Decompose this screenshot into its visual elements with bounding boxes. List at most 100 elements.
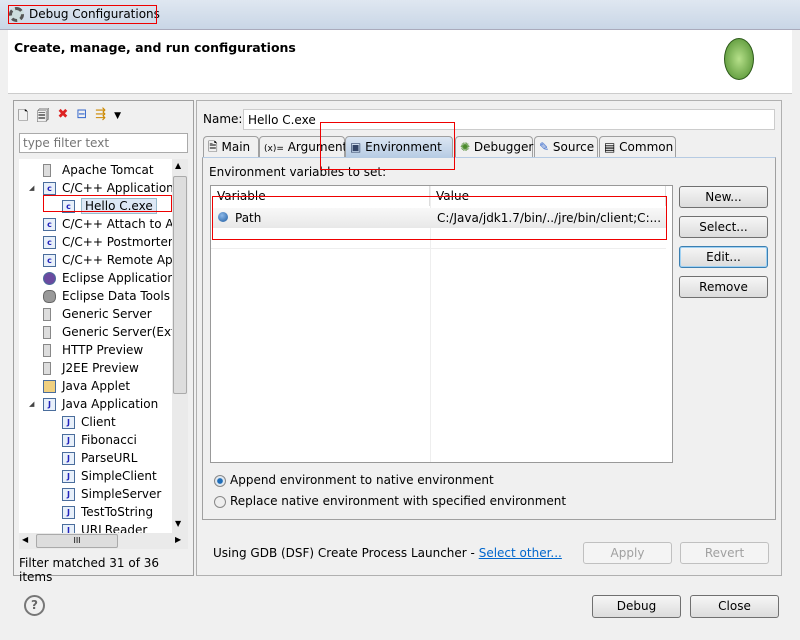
- toolbar: 🗋 🗐 ✖ ⊟ ⇶ ▼: [18, 107, 121, 125]
- tree-item[interactable]: c Hello C.exe: [62, 197, 157, 215]
- select-other-link[interactable]: Select other...: [479, 546, 562, 560]
- c-app-icon: c: [43, 182, 56, 195]
- tree-item[interactable]: c C/C++ Remote Appl: [43, 251, 184, 269]
- vertical-scrollbar[interactable]: ▲ ▼: [172, 159, 188, 533]
- apply-button[interactable]: Apply: [583, 542, 672, 564]
- tree-item[interactable]: Generic Server(Extern: [43, 323, 188, 341]
- eclipse-debug-icon: [9, 7, 24, 22]
- arguments-icon: (x)=: [264, 144, 284, 154]
- variable-icon: [218, 212, 228, 222]
- hscroll-thumb[interactable]: III: [36, 534, 118, 548]
- tree-item-label: Generic Server: [62, 307, 152, 321]
- tree-item[interactable]: c C/C++ Attach to App: [43, 215, 188, 233]
- chevron-down-icon[interactable]: ▼: [114, 107, 121, 125]
- tree-item[interactable]: J ParseURL: [62, 449, 137, 467]
- java-app-icon: J: [62, 506, 75, 519]
- java-app-icon: J: [62, 452, 75, 465]
- tree-item-label: C/C++ Application: [62, 181, 174, 195]
- tree-item[interactable]: J Fibonacci: [62, 431, 137, 449]
- configuration-list-panel: 🗋 🗐 ✖ ⊟ ⇶ ▼ Apache Tomcat ◢ c C/C++ Applica…: [13, 100, 194, 584]
- server-icon: [43, 164, 51, 177]
- launcher-info: Using GDB (DSF) Create Process Launcher …: [213, 546, 562, 560]
- java-app-icon: J: [43, 398, 56, 411]
- tree-item-label: TestToString: [81, 505, 154, 519]
- tab-arguments[interactable]: (x)= Arguments: [259, 136, 354, 158]
- tree-item[interactable]: HTTP Preview: [43, 341, 143, 359]
- revert-button[interactable]: Revert: [680, 542, 769, 564]
- radio-button[interactable]: [214, 474, 226, 487]
- eclipse-icon: [43, 272, 56, 285]
- tree-item[interactable]: c C/C++ Postmortem: [43, 233, 180, 251]
- tree-item[interactable]: Java Applet: [43, 377, 130, 395]
- tree-item-label: Hello C.exe: [81, 198, 157, 214]
- c-app-icon: c: [43, 254, 56, 267]
- source-icon: ✎: [539, 140, 550, 154]
- c-config-icon: c: [62, 200, 75, 213]
- java-app-icon: J: [62, 434, 75, 447]
- tree-item-label: Eclipse Application: [62, 271, 175, 285]
- java-app-icon: J: [62, 524, 75, 533]
- select-button[interactable]: Select...: [679, 216, 768, 238]
- delete-icon[interactable]: ✖: [57, 107, 68, 125]
- radio-button[interactable]: [214, 495, 226, 508]
- tab-environment[interactable]: ▣ Environment: [345, 136, 453, 158]
- scroll-up-arrow[interactable]: ▲: [175, 161, 181, 170]
- tree-item[interactable]: J TestToString: [62, 503, 153, 521]
- tree-item[interactable]: J URLReader: [62, 521, 147, 533]
- new-button[interactable]: New...: [679, 186, 768, 208]
- environment-icon: ▣: [350, 140, 362, 154]
- window-title: Debug Configurations: [29, 7, 160, 21]
- collapse-all-icon[interactable]: ⊟: [76, 107, 87, 125]
- name-field[interactable]: [243, 109, 775, 130]
- tree-item[interactable]: Apache Tomcat: [43, 161, 154, 179]
- server-icon: [43, 344, 51, 357]
- bug-icon: [724, 38, 754, 80]
- tree-item[interactable]: Eclipse Data Tools: [43, 287, 170, 305]
- tree-item[interactable]: J Client: [62, 413, 116, 431]
- scroll-right-arrow[interactable]: ▶: [175, 535, 181, 544]
- tab-common[interactable]: ▤ Common: [599, 136, 676, 158]
- radio-replace[interactable]: Replace native environment with specifie…: [214, 494, 566, 508]
- new-config-icon[interactable]: 🗋: [18, 107, 28, 125]
- scroll-left-arrow[interactable]: ◀: [22, 535, 28, 544]
- close-button[interactable]: Close: [690, 595, 779, 618]
- tree-item[interactable]: J SimpleClient: [62, 467, 157, 485]
- variable-value: C:/Java/jdk1.7/bin/../jre/bin/client;C:.…: [437, 211, 662, 225]
- column-header-variable[interactable]: Variable: [211, 186, 430, 206]
- scroll-down-arrow[interactable]: ▼: [175, 519, 181, 528]
- variable-name: Path: [235, 211, 262, 225]
- server-icon: [43, 362, 51, 375]
- c-app-icon: c: [43, 218, 56, 231]
- tab-source[interactable]: ✎ Source: [534, 136, 598, 158]
- expand-arrow-icon[interactable]: ◢: [29, 395, 34, 413]
- remove-button[interactable]: Remove: [679, 276, 768, 298]
- horizontal-scrollbar[interactable]: ◀ III ▶: [19, 533, 188, 549]
- tab-debugger[interactable]: ✺ Debugger: [455, 136, 533, 158]
- radio-append[interactable]: Append environment to native environment: [214, 473, 494, 487]
- table-row[interactable]: Path C:/Java/jdk1.7/bin/../jre/bin/clien…: [212, 208, 666, 228]
- scroll-thumb[interactable]: [173, 176, 187, 394]
- tree-item[interactable]: ◢ J Java Application: [29, 395, 158, 413]
- tab-content: Environment variables to set: Variable V…: [202, 157, 776, 520]
- tab-main[interactable]: 🗎 Main: [203, 136, 259, 158]
- help-button[interactable]: ?: [24, 595, 45, 616]
- tree-item[interactable]: J SimpleServer: [62, 485, 161, 503]
- column-header-value[interactable]: Value: [430, 186, 666, 206]
- tree-item-label: Java Applet: [62, 379, 131, 393]
- tree-item-label: C/C++ Remote Appl: [62, 253, 184, 267]
- database-icon: [43, 290, 56, 303]
- tree-item[interactable]: ◢ c C/C++ Application: [29, 179, 174, 197]
- filter-input[interactable]: [19, 133, 188, 153]
- tree-item[interactable]: Generic Server: [43, 305, 152, 323]
- filter-icon[interactable]: ⇶: [95, 107, 106, 125]
- tree-item[interactable]: Eclipse Application: [43, 269, 175, 287]
- env-table: Variable Value Path C:/Java/jdk1.7/bin/.…: [210, 185, 673, 463]
- duplicate-icon[interactable]: 🗐: [36, 107, 49, 125]
- edit-button[interactable]: Edit...: [679, 246, 768, 268]
- debug-button[interactable]: Debug: [592, 595, 681, 618]
- tree-item[interactable]: J2EE Preview: [43, 359, 139, 377]
- tree-item-label: SimpleClient: [81, 469, 157, 483]
- java-app-icon: J: [62, 416, 75, 429]
- expand-arrow-icon[interactable]: ◢: [29, 179, 34, 197]
- bug-icon: ✺: [460, 140, 471, 154]
